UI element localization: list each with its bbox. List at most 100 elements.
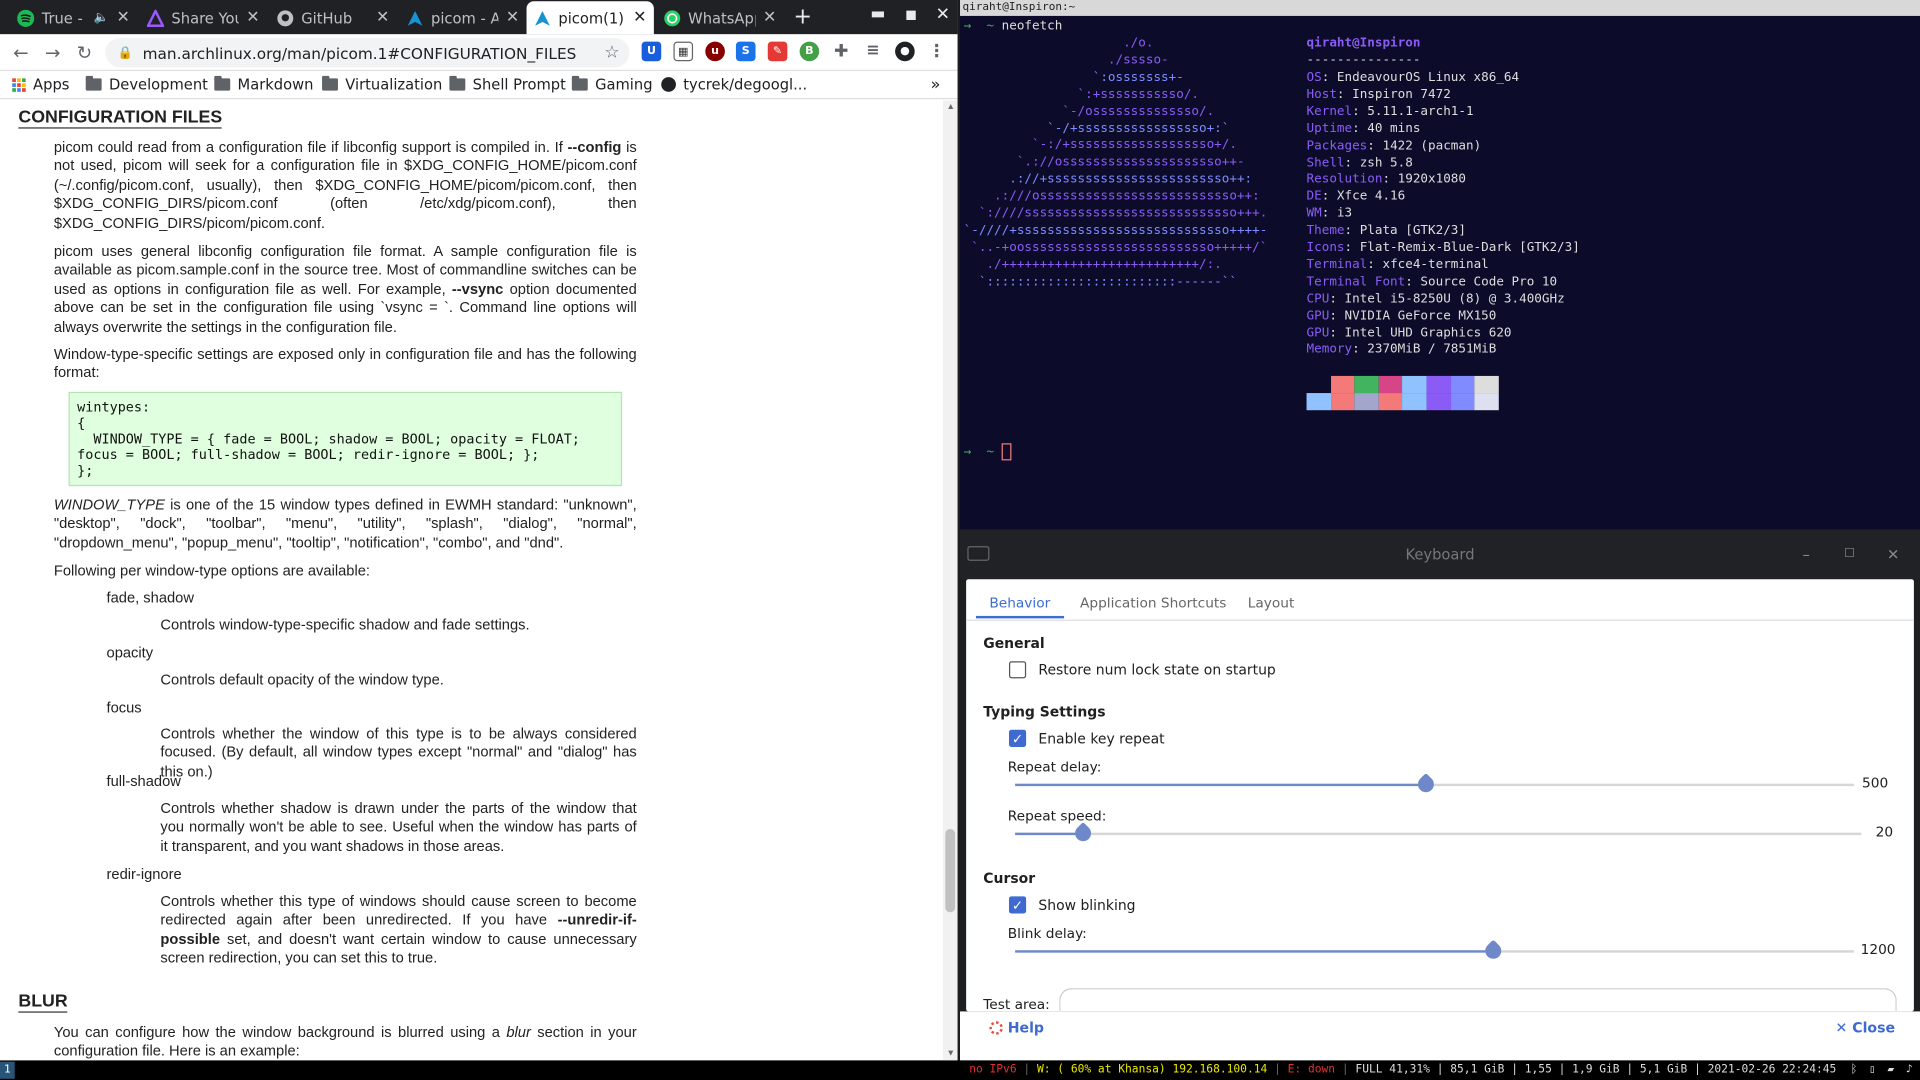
workspace-button[interactable]: 1: [0, 1061, 15, 1079]
profile-avatar-icon[interactable]: ●: [895, 41, 915, 62]
bookmark-virtualization[interactable]: Virtualization: [322, 75, 442, 93]
info-key: Icons: [1306, 240, 1345, 255]
keyboard-icon: [967, 546, 990, 561]
bookmark-apps[interactable]: Apps: [12, 76, 69, 93]
option-term: opacity: [106, 644, 154, 662]
back-arrow-icon[interactable]: ←: [9, 40, 33, 64]
qr-icon[interactable]: ▦: [673, 41, 694, 62]
close-button[interactable]: ✕ Close: [1836, 1019, 1895, 1036]
close-window-icon[interactable]: ✕: [1887, 530, 1899, 579]
close-window-icon[interactable]: ✕: [928, 5, 957, 25]
scroll-up-icon[interactable]: ▲: [947, 103, 955, 112]
checkbox-unchecked[interactable]: [1008, 661, 1027, 679]
speaker-icon[interactable]: 🔈: [94, 11, 109, 24]
info-key: Host: [1306, 86, 1337, 102]
palette-swatch: [1450, 393, 1475, 411]
star-icon[interactable]: ☆: [604, 43, 619, 63]
address-bar[interactable]: 🔒 man.archlinux.org/man/picom.1#CONFIGUR…: [105, 37, 630, 68]
pen-icon[interactable]: ✎: [767, 41, 788, 62]
s-extension-icon[interactable]: S: [735, 41, 756, 62]
puzzle-icon[interactable]: ✚: [831, 42, 851, 62]
logo-line: .:///ossssssssssssssssssssssssso++:: [963, 188, 1260, 204]
tab-picom-arch[interactable]: picom - A ✕: [399, 1, 526, 34]
repeat-delay-slider[interactable]: [1015, 783, 1854, 787]
new-tab-button[interactable]: +: [793, 4, 811, 30]
close-icon[interactable]: ✕: [633, 9, 646, 27]
bookmark-degoogle[interactable]: tycrek/degoogl...: [661, 76, 807, 93]
bookmark-development[interactable]: Development: [85, 75, 208, 93]
maximize-icon[interactable]: ■: [896, 9, 925, 22]
cursor-block: [1001, 443, 1012, 461]
page-scrollbar[interactable]: ▲ ▼: [942, 100, 958, 1061]
terminal-window[interactable]: qiraht@Inspiron:~ → ~ neofetch ./o. ./ss…: [960, 0, 1920, 529]
repeat-delay-handle[interactable]: [1414, 773, 1438, 796]
blur-paragraph: You can configure how the window backgro…: [53, 1023, 637, 1060]
reload-icon[interactable]: ↻: [72, 40, 96, 64]
close-icon[interactable]: ✕: [376, 9, 389, 27]
b-extension-icon[interactable]: B: [799, 41, 820, 62]
info-value: Flat-Remix-Blue-Dark [GTK2/3]: [1359, 240, 1580, 255]
tab-whatsapp[interactable]: WhatsApp ✕: [656, 1, 783, 34]
bitwarden-icon[interactable]: U: [641, 41, 662, 62]
tab-layout[interactable]: Layout: [1248, 595, 1295, 611]
tab-spotify[interactable]: True - 🔈 ✕: [10, 1, 137, 34]
show-blinking-checkbox[interactable]: ✓ Show blinking: [1008, 896, 1136, 914]
logo-line: ./sssso-: [963, 52, 1169, 68]
info-line: Uptime: 40 mins: [1306, 120, 1421, 136]
logo-line: .://+ssssssssssssssssssssssso++:: [963, 171, 1253, 187]
bookmarks-overflow[interactable]: »: [931, 76, 941, 94]
tab-strip: True - 🔈 ✕ Share You ✕ GitHub ✕ picom - …: [0, 0, 958, 35]
tab-application-shortcuts[interactable]: Application Shortcuts: [1080, 595, 1226, 611]
tab-picom-man[interactable]: picom(1) ✕: [526, 1, 654, 35]
numlock-checkbox[interactable]: Restore num lock state on startup: [1008, 661, 1276, 679]
palette-swatch: [1354, 375, 1379, 394]
option-definition: Controls default opacity of the window t…: [160, 671, 444, 689]
media-queue-icon[interactable]: ≡: [863, 42, 883, 62]
config-paragraph-1: picom could read from a configuration fi…: [53, 138, 637, 231]
scroll-down-icon[interactable]: ▼: [947, 1049, 955, 1058]
prompt-line: → ~: [964, 443, 1012, 461]
battery-icon: ▯: [1868, 1062, 1876, 1077]
info-line: Icons: Flat-Remix-Blue-Dark [GTK2/3]: [1306, 240, 1580, 255]
info-value: i3: [1336, 205, 1353, 221]
palette-swatch: [1426, 393, 1451, 411]
checkmark-icon[interactable]: ✓: [1008, 729, 1027, 747]
minimize-icon[interactable]: ▬: [863, 5, 892, 23]
close-icon[interactable]: ✕: [246, 9, 259, 27]
tab-github[interactable]: GitHub ✕: [269, 1, 396, 34]
info-key: DE: [1306, 188, 1322, 204]
option-definition: Controls whether shadow is drawn under t…: [160, 799, 637, 855]
tab-behavior[interactable]: Behavior: [975, 595, 1064, 619]
info-value: xfce4-terminal: [1382, 257, 1489, 272]
window-titlebar: Keyboard – ☐ ✕: [960, 530, 1920, 580]
maximize-icon[interactable]: ☐: [1844, 530, 1855, 579]
repeat-speed-handle[interactable]: [1071, 822, 1095, 845]
tab-share[interactable]: Share You ✕: [140, 1, 267, 34]
close-icon[interactable]: ✕: [116, 9, 129, 27]
logo-line: `:////ssssssssssssssssssssssssssso+++.: [963, 205, 1268, 221]
test-area-input[interactable]: [1059, 988, 1897, 1012]
terminal-title: qiraht@Inspiron:~: [960, 0, 1920, 16]
bookmark-markdown[interactable]: Markdown: [214, 75, 313, 93]
checkmark-icon[interactable]: ✓: [1008, 896, 1027, 914]
ublock-icon[interactable]: u: [705, 41, 725, 62]
repeat-speed-slider[interactable]: [1015, 832, 1862, 836]
info-value: Xfce 4.16: [1336, 188, 1406, 204]
blink-delay-slider[interactable]: [1015, 950, 1854, 953]
key-repeat-checkbox[interactable]: ✓ Enable key repeat: [1008, 729, 1165, 747]
close-icon[interactable]: ✕: [506, 9, 519, 27]
info-value: Source Code Pro 10: [1420, 274, 1558, 289]
minimize-icon[interactable]: –: [1802, 530, 1809, 579]
bookmarks-bar: Apps Development Markdown Virtualization…: [0, 72, 958, 100]
info-key: CPU: [1306, 291, 1330, 306]
info-line: GPU: Intel UHD Graphics 620: [1306, 325, 1512, 340]
menu-kebab-icon[interactable]: ⋮: [927, 42, 947, 62]
scrollbar-thumb[interactable]: [945, 828, 956, 913]
bookmark-shell-prompt[interactable]: Shell Prompt: [449, 75, 566, 93]
help-button[interactable]: Help: [989, 1019, 1044, 1036]
forward-arrow-icon[interactable]: →: [40, 40, 64, 64]
bookmark-gaming[interactable]: Gaming: [571, 75, 653, 93]
blink-delay-handle[interactable]: [1481, 939, 1505, 963]
logo-line: `-/ossssssssssssso/.: [963, 103, 1215, 119]
close-icon[interactable]: ✕: [763, 9, 776, 27]
